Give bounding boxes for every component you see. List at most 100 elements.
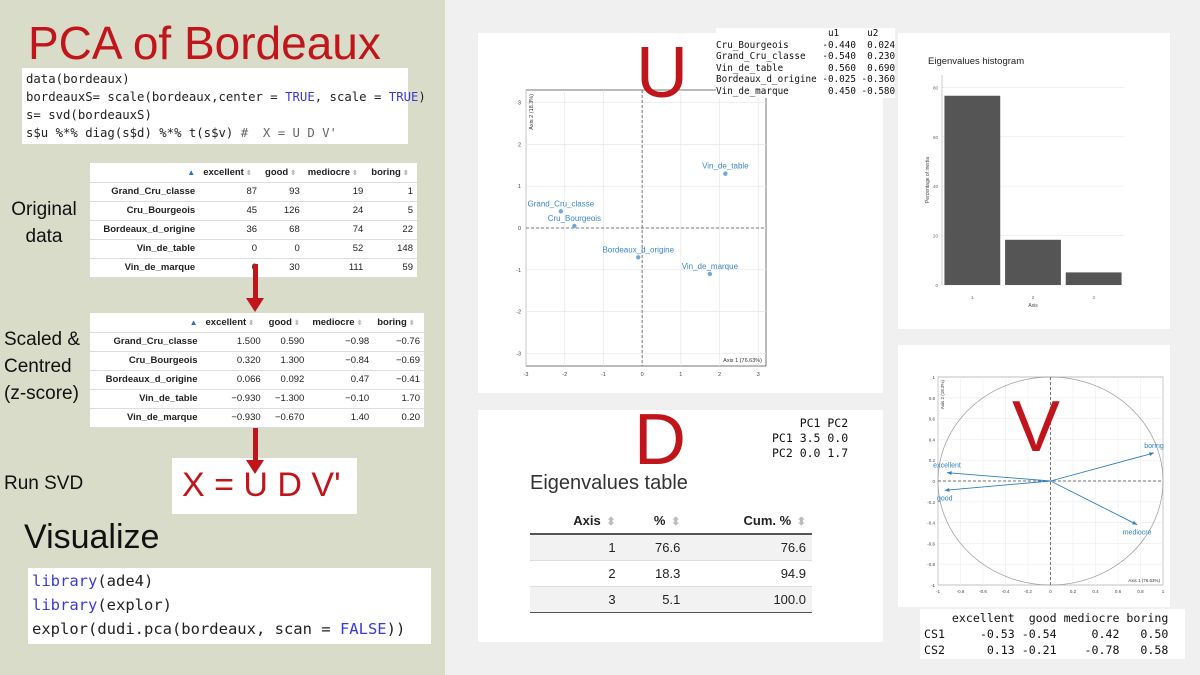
sort-icon: ⬍ (293, 319, 300, 327)
column-header[interactable]: Cum. % ⬍ (686, 508, 812, 535)
y-tick-label: 0.4 (929, 437, 936, 442)
y-tick-label: -3 (516, 351, 521, 357)
table-header-row: ▲ excellent ⬍ good ⬍ mediocre ⬍ boring ⬍ (90, 163, 417, 183)
x-tick-label: -1 (601, 372, 606, 378)
x-tick-label: -1 (936, 589, 940, 594)
sort-icon: ⬍ (352, 169, 358, 177)
sort-icon: ⬍ (606, 516, 616, 528)
flow-arrow-2-head (246, 460, 264, 474)
code-line-3: s= svd(bordeauxS) (26, 108, 152, 122)
table-row: 2 18.3 94.9 (530, 560, 812, 587)
point-label: Vin_de_table (702, 162, 749, 171)
x-tick-label: 0 (1049, 589, 1052, 594)
table-row: Bordeaux_d_origine 36 68 74 22 (90, 220, 417, 240)
data-point (707, 271, 713, 277)
table-row: Cru_Bourgeois 45 126 24 5 (90, 201, 417, 221)
point-label: Cru_Bourgeois (548, 214, 601, 223)
variable-label: good (937, 495, 953, 502)
variable-label: excellent (933, 463, 961, 470)
sort-icon: ⬍ (671, 516, 681, 528)
y-axis-label: Percentage of inertia (925, 157, 931, 203)
scaled-data-table: ▲ excellent ⬍ good ⬍ mediocre ⬍ boring ⬍ Gra… (90, 313, 424, 428)
sort-corner[interactable]: ▲ (90, 313, 202, 333)
y-tick-label: -2 (516, 310, 521, 316)
y-tick-label: 20 (933, 234, 939, 239)
x-tick-label: 0.2 (1070, 589, 1077, 594)
y-tick-label: 40 (933, 184, 939, 189)
v-matrix: excellent good mediocre boring CS1 -0.53… (924, 611, 1169, 657)
table-row: Vin_de_table 0 0 52 148 (90, 239, 417, 259)
column-header[interactable]: boring ⬍ (373, 313, 424, 333)
sort-icon: ⬍ (245, 169, 252, 177)
variable-label: mediocre (1123, 530, 1152, 537)
y-tick-label: -0.2 (927, 500, 935, 505)
x-tick-label: -2 (562, 372, 567, 378)
x-tick-label: 3 (1092, 295, 1095, 300)
correlation-circle-plot: -1 -0.8 -0.6 -0.4 -0.2 0 0.2 0.4 0.6 0.8 1 1 0.8 0.6 0… (927, 375, 1165, 594)
column-header[interactable]: good ⬍ (264, 313, 309, 333)
y-tick-label: 1 (518, 184, 521, 190)
y-tick-label: 80 (933, 85, 939, 90)
flow-arrow-2 (253, 428, 258, 462)
original-data-label: Original data (11, 199, 77, 247)
y-tick-label: 0 (518, 226, 521, 232)
table-row: Grand_Cru_classe 1.500 0.590 −0.98 −0.76 (90, 332, 424, 352)
table-header-row: ▲ excellent ⬍ good ⬍ mediocre ⬍ boring ⬍ (90, 313, 424, 333)
x-axis-label: Axis 1 (76.63%) (1128, 578, 1160, 583)
y-tick-label: -0.6 (927, 541, 935, 546)
r-code-block-explor: library(ade4) library(explor) explor(dudi.… (28, 568, 431, 644)
run-svd-label: Run SVD (4, 473, 84, 494)
table-row: Bordeaux_d_origine 0.066 0.092 0.47 −0.41 (90, 370, 424, 390)
y-tick-label: 0 (932, 479, 935, 484)
point-label: Bordeaux_d_origine (602, 245, 674, 254)
x-tick-label: -0.8 (957, 589, 965, 594)
x-tick-label: 0 (641, 372, 644, 378)
data-point (636, 255, 641, 260)
eigenvalues-table: Axis ⬍ % ⬍ Cum. % ⬍ 1 76.6 76.6 2 18.3 94.9 … (530, 508, 812, 613)
d-letter: D (634, 400, 686, 480)
y-tick-label: -0.4 (927, 521, 935, 526)
y-tick-label: 2 (518, 142, 521, 148)
sort-icon: ⬍ (402, 169, 409, 177)
y-tick-label: -1 (931, 583, 935, 588)
code-line-2: library(explor) (32, 596, 172, 614)
x-tick-label: 1 (679, 372, 682, 378)
column-header[interactable]: good ⬍ (261, 163, 304, 183)
x-tick-label: -0.2 (1024, 589, 1032, 594)
table-row: Vin_de_marque −0.930 −0.670 1.40 0.20 (90, 408, 424, 428)
x-axis-label: Axis 1 (76.63%) (723, 358, 762, 364)
d-panel: D PC1 PC2 PC1 3.5 0.0 PC2 0.0 1.7 Eigenv… (478, 404, 883, 642)
bar (944, 95, 1001, 285)
table-row: 3 5.1 100.0 (530, 586, 812, 613)
x-tick-label: -0.6 (979, 589, 987, 594)
chart-title: Eigenvalues histogram (928, 56, 1024, 67)
column-header[interactable]: % ⬍ (621, 508, 687, 535)
column-header[interactable]: mediocre ⬍ (303, 163, 368, 183)
column-header[interactable]: excellent ⬍ (201, 313, 265, 333)
v-panel: -1 -0.8 -0.6 -0.4 -0.2 0 0.2 0.4 0.6 0.8 1 1 0.8 0.6 0… (898, 345, 1170, 607)
sort-icon: ⬍ (248, 319, 255, 327)
column-header[interactable]: boring ⬍ (367, 163, 417, 183)
scaled-data-label: Scaled & Centred (z-score) (4, 329, 81, 404)
code-line-1: data(bordeaux) (26, 72, 130, 86)
sort-icon: ⬍ (290, 169, 297, 177)
d-matrix: PC1 PC2 PC1 3.5 0.0 PC2 0.0 1.7 (772, 416, 849, 460)
code-line-3: explor(dudi.pca(bordeaux, scan = FALSE)) (32, 620, 406, 638)
eigenvalues-bar-chart: Eigenvalues histogram 80 60 40 20 0 1 2 3 Axis Per… (925, 56, 1124, 309)
column-header[interactable]: excellent ⬍ (199, 163, 262, 183)
column-header[interactable]: Axis ⬍ (530, 508, 622, 535)
code-line-2: bordeauxS= scale(bordeaux,center = TRUE,… (26, 90, 426, 104)
sort-icon: ⬍ (408, 319, 415, 327)
data-point (723, 171, 728, 176)
point-label: Vin_de_marque (682, 262, 739, 271)
point-label: Grand_Cru_classe (527, 199, 594, 208)
y-tick-label: 0.6 (929, 417, 936, 422)
r-code-block-svd: data(bordeaux) bordeauxS= scale(bordeaux,… (22, 68, 426, 144)
code-line-4: s$u %*% diag(s$d) %*% t(s$v) # X = U D V… (26, 126, 337, 140)
sort-corner[interactable]: ▲ (90, 163, 200, 183)
x-tick-label: -3 (524, 372, 529, 378)
column-header[interactable]: mediocre ⬍ (308, 313, 374, 333)
y-tick-label: 0 (935, 283, 938, 288)
svd-formula-box: X = U D V' (172, 458, 357, 514)
left-panel: PCA of Bordeaux data(bordeaux) bordeauxS=… (0, 0, 445, 675)
